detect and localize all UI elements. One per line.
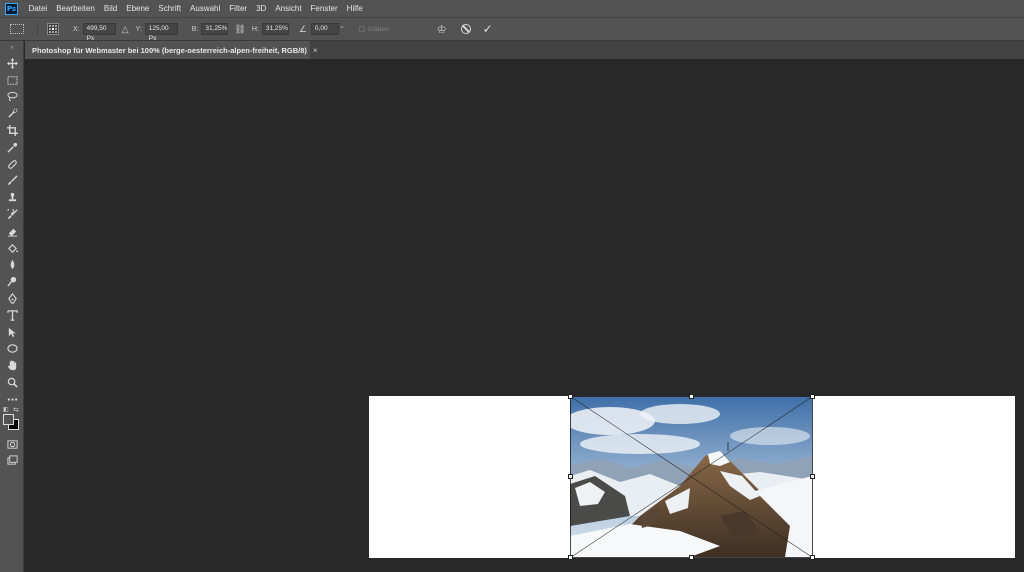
- crop-icon[interactable]: [0, 122, 24, 139]
- transform-handle-top-left[interactable]: [568, 394, 573, 399]
- transform-handle-left[interactable]: [568, 474, 573, 479]
- foreground-color-swatch[interactable]: [3, 413, 14, 425]
- quick-mask-icon[interactable]: [0, 436, 24, 453]
- menu-3d[interactable]: 3D: [252, 0, 271, 17]
- transform-handle-right[interactable]: [810, 474, 815, 479]
- commit-transform-icon[interactable]: ✓: [483, 22, 493, 36]
- tools-panel: » ◧ ⇆: [0, 41, 24, 572]
- photoshop-logo[interactable]: Ps: [5, 2, 18, 15]
- menu-fenster[interactable]: Fenster: [306, 0, 342, 17]
- healing-brush-icon[interactable]: [0, 156, 24, 173]
- smoothing-checkbox[interactable]: [358, 26, 365, 32]
- transform-tool-icon[interactable]: [10, 24, 24, 34]
- transform-handle-bottom[interactable]: [689, 555, 694, 560]
- clone-stamp-icon[interactable]: [0, 189, 24, 206]
- type-icon[interactable]: [0, 307, 24, 324]
- menu-bar: Ps Datei Bearbeiten Bild Ebene Schrift A…: [0, 0, 1024, 17]
- pen-icon[interactable]: [0, 290, 24, 307]
- placed-mountain-image[interactable]: [570, 396, 812, 557]
- angle-icon: ∠: [298, 23, 307, 34]
- options-bar: X: 499,50 Px △ Y: 125,00 Px B: 31,25% ⛓ …: [0, 17, 1024, 42]
- delta-icon[interactable]: △: [122, 24, 129, 35]
- close-tab-icon[interactable]: ×: [313, 46, 318, 55]
- dodge-icon[interactable]: [0, 273, 24, 290]
- warp-mode-icon[interactable]: ♔: [437, 23, 447, 36]
- menu-ebene[interactable]: Ebene: [122, 0, 154, 17]
- quick-selection-icon[interactable]: [0, 105, 24, 122]
- transform-handle-top[interactable]: [689, 394, 694, 399]
- document-tab-title: Photoshop für Webmaster bei 100% (berge-…: [32, 45, 307, 55]
- y-label: Y:: [135, 25, 142, 33]
- divider: [37, 22, 38, 36]
- reference-point-locator[interactable]: [47, 23, 59, 35]
- screen-mode-icon[interactable]: [0, 453, 24, 470]
- history-brush-icon[interactable]: [0, 206, 24, 223]
- menu-hilfe[interactable]: Hilfe: [342, 0, 367, 17]
- width-field[interactable]: 31,25%: [201, 23, 229, 35]
- transform-handle-bottom-right[interactable]: [810, 555, 815, 560]
- move-tool-icon[interactable]: [0, 55, 24, 72]
- menu-datei[interactable]: Datei: [24, 0, 52, 17]
- eraser-icon[interactable]: [0, 223, 24, 240]
- degree-unit: °: [340, 25, 344, 33]
- eyedropper-icon[interactable]: [0, 139, 24, 156]
- x-position-field[interactable]: 499,50 Px: [82, 23, 116, 42]
- default-colors-icon[interactable]: ◧: [3, 406, 9, 413]
- transform-handle-top-right[interactable]: [810, 394, 815, 399]
- transform-handle-bottom-left[interactable]: [568, 555, 573, 560]
- document-tab-strip: Photoshop für Webmaster bei 100% (berge-…: [25, 41, 1024, 59]
- x-label: X:: [73, 25, 80, 33]
- smoothing-label: Glätten: [367, 25, 389, 33]
- menu-bild[interactable]: Bild: [99, 0, 121, 17]
- menu-filter[interactable]: Filter: [225, 0, 252, 17]
- height-field[interactable]: 31,25%: [261, 23, 289, 35]
- menu-schrift[interactable]: Schrift: [154, 0, 186, 17]
- collapse-toolbar-icon[interactable]: »: [0, 41, 23, 55]
- hand-icon[interactable]: [0, 357, 24, 374]
- y-position-field[interactable]: 125,00 Px: [144, 23, 178, 42]
- ellipse-icon[interactable]: [0, 341, 24, 358]
- menu-ansicht[interactable]: Ansicht: [271, 0, 306, 17]
- zoom-icon[interactable]: [0, 374, 24, 391]
- brush-icon[interactable]: [0, 173, 24, 190]
- lasso-icon[interactable]: [0, 89, 24, 106]
- paint-bucket-icon[interactable]: [0, 240, 24, 257]
- menu-auswahl[interactable]: Auswahl: [186, 0, 225, 17]
- rotation-field[interactable]: 0,00: [310, 23, 339, 35]
- rectangular-marquee-icon[interactable]: [0, 72, 24, 89]
- swap-colors-icon[interactable]: ⇆: [13, 406, 19, 414]
- document-tab[interactable]: Photoshop für Webmaster bei 100% (berge-…: [25, 41, 318, 59]
- path-selection-icon[interactable]: [0, 324, 24, 341]
- link-icon[interactable]: ⛓: [234, 24, 245, 35]
- height-label: H:: [251, 25, 259, 33]
- menu-bearbeiten[interactable]: Bearbeiten: [52, 0, 100, 17]
- cancel-transform-icon[interactable]: [460, 24, 471, 34]
- width-label: B:: [191, 25, 199, 33]
- blur-icon[interactable]: [0, 257, 24, 274]
- color-swatches: ◧ ⇆: [0, 407, 23, 436]
